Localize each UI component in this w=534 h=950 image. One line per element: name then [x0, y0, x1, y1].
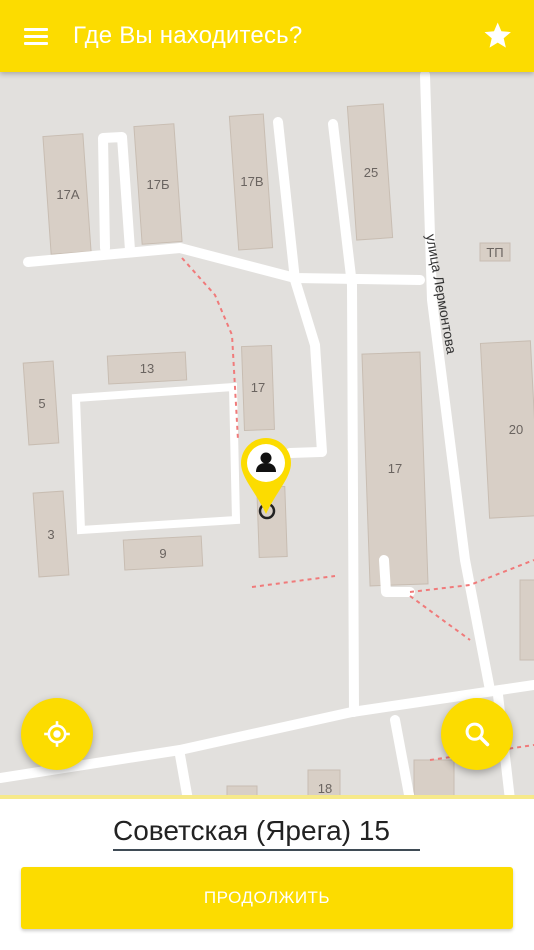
star-icon [484, 22, 511, 48]
road-middle-north [273, 117, 327, 457]
courtyard-outline [71, 382, 241, 535]
map-view[interactable]: 17А 17Б 17В 25 ТП 13 17 5 20 17 3 9 18 1… [0, 72, 534, 800]
bottom-panel-divider [0, 795, 534, 799]
building-label: 18 [318, 781, 332, 796]
my-location-icon [44, 721, 70, 747]
continue-button[interactable]: ПРОДОЛЖИТЬ [21, 867, 513, 929]
building-label: 17Б [147, 177, 170, 192]
road-loop [98, 132, 135, 255]
footpath-2 [251, 575, 336, 588]
building-edge [519, 579, 534, 661]
building-bottom-b [413, 759, 455, 800]
building-label: 17 [251, 380, 265, 395]
road-bottom-spur-b [390, 715, 415, 800]
building-label: 9 [159, 546, 166, 561]
building-label: 20 [509, 422, 523, 437]
building-label: 5 [38, 396, 45, 411]
menu-button[interactable] [14, 14, 58, 58]
road-bottom-spur-a [175, 750, 193, 800]
page-title: Где Вы находитесь? [73, 22, 303, 49]
favorites-button[interactable] [476, 14, 520, 58]
address-field[interactable]: Советская (Ярега) 15 [113, 815, 420, 851]
search-button[interactable] [441, 698, 513, 770]
building-label: ТП [486, 245, 503, 260]
road-top [23, 243, 425, 285]
road-stub [285, 447, 325, 458]
footpath-4 [409, 595, 471, 641]
building-label: 13 [140, 361, 154, 376]
building-label: 17А [56, 187, 79, 202]
app-bar: Где Вы находитесь? [0, 0, 534, 72]
bottom-panel: Советская (Ярега) 15 ПРОДОЛЖИТЬ [0, 795, 534, 950]
my-location-button[interactable] [21, 698, 93, 770]
building-label: 17В [240, 174, 263, 189]
road-middle [328, 119, 359, 717]
road-lermontova [420, 72, 495, 695]
building-label: 3 [47, 527, 54, 542]
building-label: 25 [364, 165, 378, 180]
map-canvas[interactable]: 17А 17Б 17В 25 ТП 13 17 5 20 17 3 9 18 1… [0, 72, 534, 800]
building-label: 17 [388, 461, 402, 476]
building-20 [479, 340, 534, 519]
search-icon [465, 722, 490, 747]
